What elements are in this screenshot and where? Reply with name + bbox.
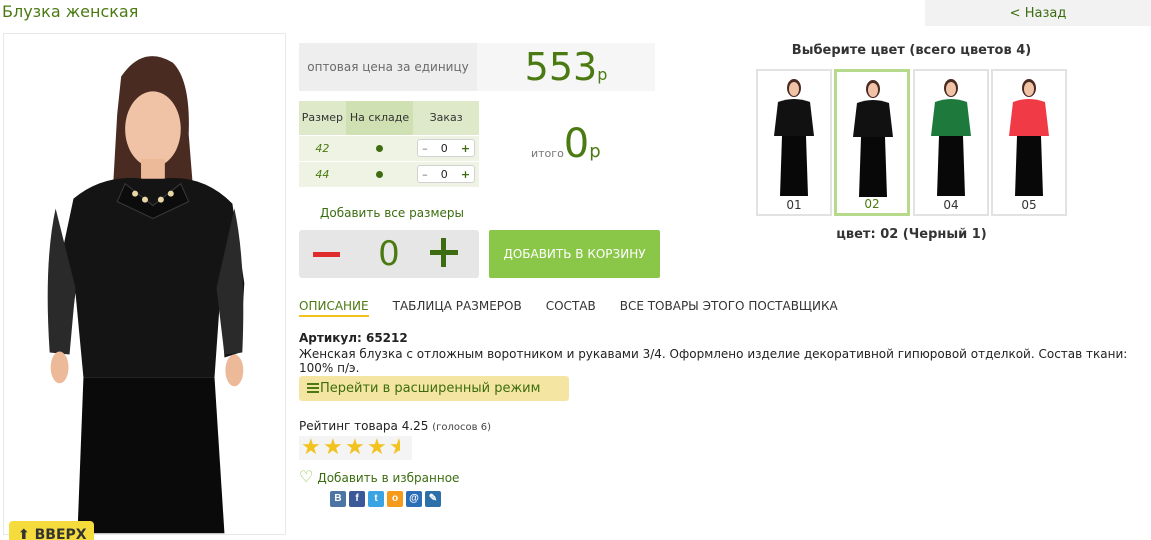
swatch-image xyxy=(1009,79,1049,196)
price-value: 553р xyxy=(477,43,655,91)
heart-icon: ♡ xyxy=(299,467,314,486)
plus-icon[interactable]: + xyxy=(461,142,470,155)
odnoklassniki-icon[interactable]: о xyxy=(387,491,403,507)
favorites-label: Добавить в избранное xyxy=(317,471,460,485)
in-stock-cell xyxy=(345,134,414,161)
livejournal-icon[interactable]: ✎ xyxy=(425,491,441,507)
color-chooser-title: Выберите цвет (всего цветов 4) xyxy=(791,43,1032,58)
quantity-stepper[interactable]: – 0 + xyxy=(417,139,476,157)
rating-votes: (голосов 6) xyxy=(432,422,492,433)
order-total: итого0р xyxy=(531,124,601,164)
table-row: 44 – 0 + xyxy=(299,160,479,187)
swatch-code: 02 xyxy=(864,197,880,211)
tab-composition[interactable]: СОСТАВ xyxy=(546,299,596,317)
color-swatch-02[interactable]: 02 xyxy=(834,69,910,216)
size-header: Размер xyxy=(299,101,346,135)
quantity-stepper[interactable]: – 0 + xyxy=(417,165,476,184)
plus-icon[interactable]: + xyxy=(461,168,470,181)
swatch-code: 01 xyxy=(786,198,802,212)
facebook-icon[interactable]: f xyxy=(349,491,365,507)
tab-supplier-products[interactable]: ВСЕ ТОВАРЫ ЭТОГО ПОСТАВЩИКА xyxy=(620,299,838,317)
quantity-value[interactable]: 0 xyxy=(441,168,448,181)
swatch-image xyxy=(931,79,971,196)
order-header: Заказ xyxy=(413,101,479,135)
order-cell: – 0 + xyxy=(413,160,479,187)
add-to-cart-button[interactable]: ДОБАВИТЬ В КОРЗИНУ xyxy=(489,230,660,278)
color-swatch-04[interactable]: 04 xyxy=(913,69,989,216)
advanced-mode-label: Перейти в расширенный режим xyxy=(320,381,541,396)
price-number: 553 xyxy=(524,45,598,89)
total-value: 0 xyxy=(563,121,590,167)
size-value: 42 xyxy=(299,134,346,161)
back-button[interactable]: < Назад xyxy=(925,0,1151,26)
in-stock-cell xyxy=(345,160,414,187)
quantity-value[interactable]: 0 xyxy=(441,142,448,155)
list-icon xyxy=(307,383,319,394)
rating-stars[interactable]: ★ ★ ★ ★ ★ xyxy=(299,436,412,460)
order-cell: – 0 + xyxy=(413,134,479,161)
star-icon[interactable]: ★ xyxy=(323,437,345,459)
quantity-stepper[interactable]: 0 xyxy=(299,230,479,278)
add-to-favorites-link[interactable]: ♡ Добавить в избранное xyxy=(299,467,459,486)
color-swatch-01[interactable]: 01 xyxy=(756,69,832,216)
total-label: итого xyxy=(531,147,564,160)
table-row: 42 – 0 + xyxy=(299,134,479,161)
product-description: Женская блузка с отложным воротником и р… xyxy=(299,347,1128,375)
size-table: Размер На складе Заказ 42 – 0 + 44 – 0 + xyxy=(299,101,479,187)
article-number: Артикул: 65212 xyxy=(299,331,408,345)
plus-icon[interactable] xyxy=(430,236,460,272)
size-value: 44 xyxy=(299,160,346,187)
scroll-up-button[interactable]: ⬆ ВВЕРХ xyxy=(9,521,94,540)
price-label: оптовая цена за единицу xyxy=(299,43,477,91)
advanced-mode-button[interactable]: Перейти в расширенный режим xyxy=(299,376,569,401)
social-share: В f t о @ ✎ xyxy=(330,491,441,507)
color-swatch-05[interactable]: 05 xyxy=(991,69,1067,216)
in-stock-icon xyxy=(376,144,383,152)
product-photo-image xyxy=(4,34,285,534)
color-swatches: 01 02 04 05 xyxy=(756,69,1068,216)
product-photo[interactable] xyxy=(3,33,286,535)
rating-label: Рейтинг товара 4.25 xyxy=(299,419,429,433)
vkontakte-icon[interactable]: В xyxy=(330,491,346,507)
half-star-icon[interactable]: ★ xyxy=(389,437,400,459)
star-icon[interactable]: ★ xyxy=(301,437,323,459)
swatch-image xyxy=(853,80,893,197)
in-stock-icon xyxy=(376,170,383,178)
price-currency: р xyxy=(597,65,608,84)
swatch-code: 05 xyxy=(1021,198,1037,212)
minus-icon[interactable]: – xyxy=(422,168,428,181)
star-icon[interactable]: ★ xyxy=(345,437,367,459)
tab-size-chart[interactable]: ТАБЛИЦА РАЗМЕРОВ xyxy=(393,299,522,317)
star-icon[interactable]: ★ xyxy=(367,437,389,459)
mail-icon[interactable]: @ xyxy=(406,491,422,507)
total-currency: р xyxy=(589,141,601,162)
stock-header: На складе xyxy=(345,101,414,135)
page-title: Блузка женская xyxy=(2,2,139,21)
selected-color-label: цвет: 02 (Черный 1) xyxy=(836,227,987,242)
add-all-sizes-link[interactable]: Добавить все размеры xyxy=(320,206,464,220)
product-tabs: ОПИСАНИЕ ТАБЛИЦА РАЗМЕРОВ СОСТАВ ВСЕ ТОВ… xyxy=(299,299,838,317)
swatch-code: 04 xyxy=(943,198,959,212)
twitter-icon[interactable]: t xyxy=(368,491,384,507)
tab-description[interactable]: ОПИСАНИЕ xyxy=(299,299,369,317)
minus-icon[interactable]: – xyxy=(422,142,428,155)
rating-text: Рейтинг товара 4.25 (голосов 6) xyxy=(299,419,491,433)
swatch-image xyxy=(774,79,814,196)
